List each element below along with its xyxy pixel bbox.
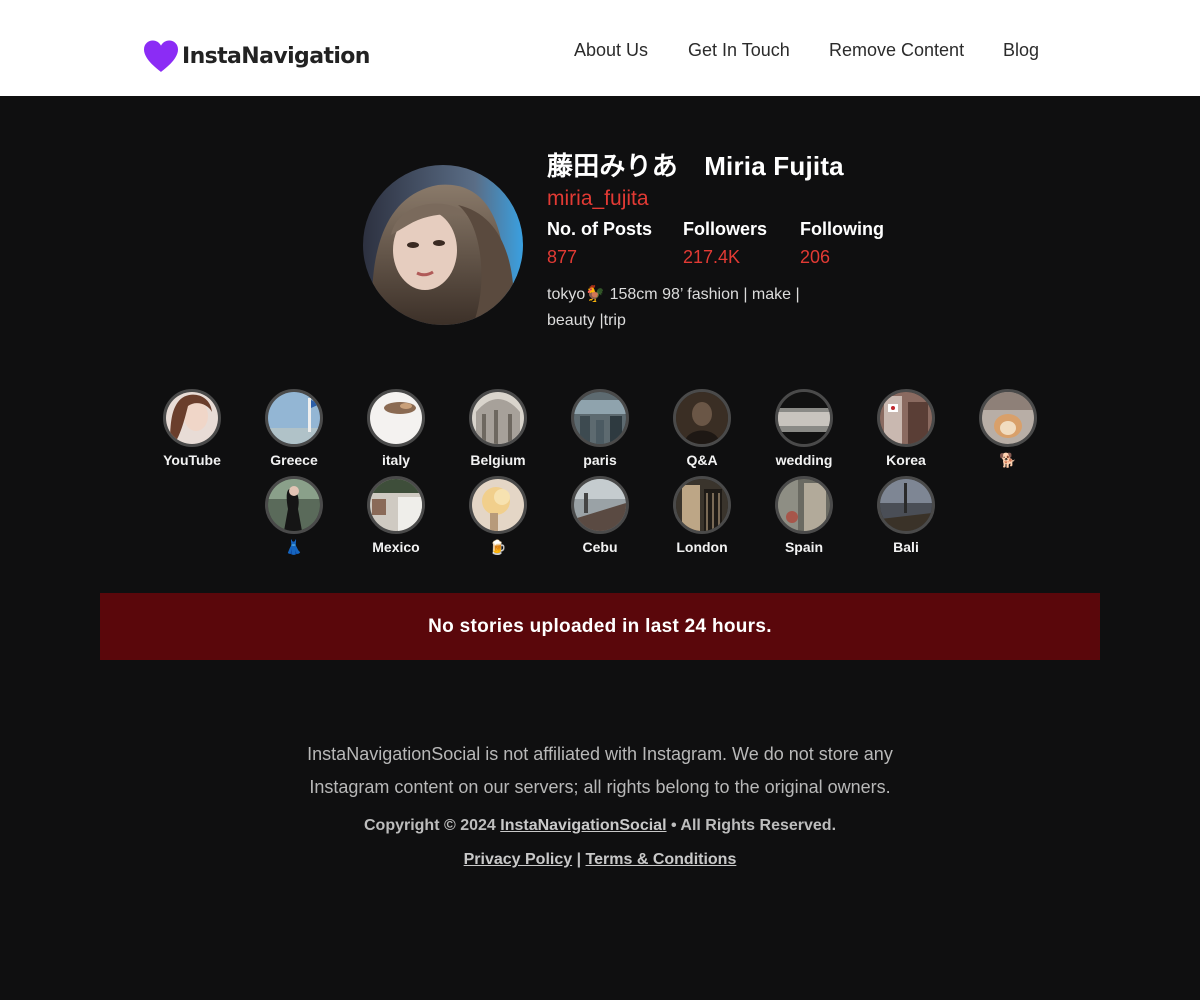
privacy-policy-link[interactable]: Privacy Policy	[464, 851, 573, 868]
nav-blog[interactable]: Blog	[1003, 38, 1039, 62]
highlight-thumbnail	[673, 476, 731, 534]
terms-conditions-link[interactable]: Terms & Conditions	[586, 851, 737, 868]
site-logo[interactable]: InstaNavigation	[142, 38, 370, 74]
highlight-item[interactable]: Korea	[861, 389, 951, 469]
highlight-label: italy	[381, 452, 410, 468]
logo-text: InstaNavigation	[182, 43, 370, 69]
highlight-label: 🐕	[999, 452, 1017, 468]
disclaimer-line-2: Instagram content on our servers; all ri…	[309, 777, 891, 797]
nav-remove-content[interactable]: Remove Content	[829, 38, 964, 62]
highlight-thumbnail	[265, 476, 323, 534]
stat-posts-value: 877	[547, 247, 578, 267]
bio-line-2: beauty |trip	[547, 312, 626, 329]
highlight-thumbnail	[877, 476, 935, 534]
highlight-label: 🍺	[489, 539, 507, 555]
highlight-label: paris	[583, 452, 617, 468]
profile-username[interactable]: miria_fujita	[547, 184, 649, 214]
highlight-item[interactable]: wedding	[759, 389, 849, 469]
highlight-item[interactable]: paris	[555, 389, 645, 469]
highlight-item[interactable]: Mexico	[351, 476, 441, 556]
copyright-site-link[interactable]: InstaNavigationSocial	[500, 817, 666, 834]
highlight-thumbnail	[469, 476, 527, 534]
highlight-thumbnail	[775, 476, 833, 534]
stat-followers-label: Followers	[683, 219, 768, 239]
nav-about-us[interactable]: About Us	[574, 38, 648, 62]
notice-text: No stories uploaded in last 24 hours.	[428, 615, 772, 637]
stat-following-label: Following	[800, 219, 884, 239]
highlight-thumbnail	[367, 476, 425, 534]
highlight-label: Greece	[270, 452, 318, 468]
highlight-item[interactable]: YouTube	[147, 389, 237, 469]
highlight-label: Cebu	[582, 539, 618, 555]
highlight-item[interactable]: 👗	[249, 476, 339, 556]
site-header: InstaNavigation About Us Get In Touch Re…	[0, 0, 1200, 96]
copyright-prefix: Copyright © 2024	[363, 817, 501, 834]
nav-get-in-touch[interactable]: Get In Touch	[688, 38, 790, 62]
highlight-label: Bali	[893, 539, 919, 555]
highlight-thumbnail	[571, 389, 629, 447]
profile-bio: tokyo🐓 158cm 98’ fashion | make | beauty…	[547, 282, 817, 334]
highlight-item[interactable]: Greece	[249, 389, 339, 469]
profile-avatar	[363, 165, 523, 325]
highlight-thumbnail	[469, 389, 527, 447]
heart-logo-icon	[144, 40, 178, 72]
highlight-thumbnail	[877, 389, 935, 447]
profile-full-name: 藤田みりあ Miria Fujita	[547, 151, 844, 181]
highlight-label: 👗	[285, 539, 303, 555]
copyright-suffix: • All Rights Reserved.	[666, 817, 837, 834]
footer-disclaimer: InstaNavigationSocial is not affiliated …	[250, 738, 950, 804]
highlight-thumbnail	[673, 389, 731, 447]
highlight-item[interactable]: Spain	[759, 476, 849, 556]
highlight-label: Q&A	[686, 452, 718, 468]
highlight-label: Mexico	[372, 539, 420, 555]
highlight-item[interactable]: Cebu	[555, 476, 645, 556]
highlight-item[interactable]: Belgium	[453, 389, 543, 469]
highlight-item[interactable]: Bali	[861, 476, 951, 556]
highlight-item[interactable]: London	[657, 476, 747, 556]
highlight-thumbnail	[367, 389, 425, 447]
highlight-thumbnail	[979, 389, 1037, 447]
highlight-label: Korea	[886, 452, 926, 468]
stat-followers: Followers 217.4K	[683, 216, 767, 272]
stat-following-value: 206	[800, 247, 831, 267]
stat-followers-value: 217.4K	[683, 247, 741, 267]
stat-following: Following 206	[800, 216, 884, 272]
profile-stats: No. of Posts 877 Followers 217.4K Follow…	[547, 216, 927, 274]
bio-line-1: tokyo🐓 158cm 98’ fashion | make |	[547, 286, 800, 303]
highlight-item[interactable]: Q&A	[657, 389, 747, 469]
profile-info: 藤田みりあ Miria Fujita miria_fujita No. of P…	[547, 148, 927, 334]
footer-policy-links: Privacy Policy | Terms & Conditions	[250, 848, 950, 872]
stat-posts-label: No. of Posts	[547, 219, 653, 239]
no-stories-notice: No stories uploaded in last 24 hours.	[100, 593, 1100, 660]
highlight-label: YouTube	[163, 452, 221, 468]
highlight-thumbnail	[163, 389, 221, 447]
highlight-thumbnail	[775, 389, 833, 447]
highlight-item[interactable]: italy	[351, 389, 441, 469]
highlight-label: wedding	[775, 452, 833, 468]
stat-posts: No. of Posts 877	[547, 216, 652, 272]
highlight-thumbnail	[265, 389, 323, 447]
highlight-thumbnail	[571, 476, 629, 534]
highlight-label: London	[676, 539, 728, 555]
highlight-label: Belgium	[470, 452, 526, 468]
highlight-item[interactable]: 🐕	[963, 389, 1053, 469]
highlight-label: Spain	[784, 539, 824, 555]
footer-copyright: Copyright © 2024 InstaNavigationSocial •…	[250, 814, 950, 838]
disclaimer-line-1: InstaNavigationSocial is not affiliated …	[307, 744, 893, 764]
highlight-item[interactable]: 🍺	[453, 476, 543, 556]
policy-separator: |	[576, 851, 582, 868]
